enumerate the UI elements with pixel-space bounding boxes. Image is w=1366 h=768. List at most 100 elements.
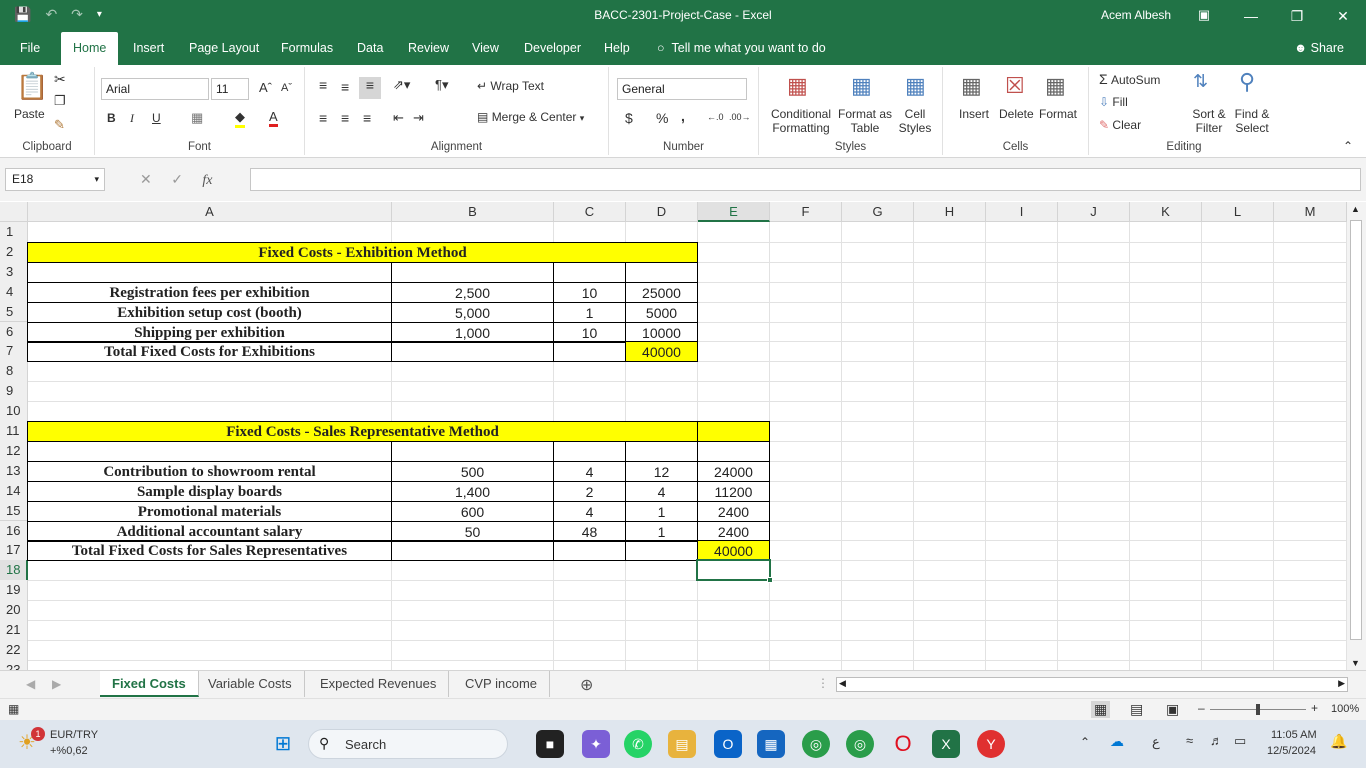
normal-view-icon[interactable]: ▦ bbox=[1091, 701, 1111, 718]
row-header-21[interactable]: 21 bbox=[0, 620, 28, 641]
close-button[interactable]: ✕ bbox=[1320, 0, 1366, 32]
delete-cells-button[interactable]: Delete bbox=[999, 107, 1034, 121]
row-header-2[interactable]: 2 bbox=[0, 241, 28, 263]
collapse-ribbon-icon[interactable]: ⌃ bbox=[1343, 139, 1353, 153]
sheet-tab-cvp-income[interactable]: CVP income bbox=[453, 671, 551, 697]
fill-button[interactable]: ⇩ Fill bbox=[1099, 95, 1128, 109]
tab-review[interactable]: Review bbox=[408, 32, 449, 65]
comma-button[interactable]: , bbox=[681, 108, 685, 124]
task-view-icon[interactable]: ■ bbox=[536, 730, 564, 758]
column-header-j[interactable]: J bbox=[1058, 202, 1130, 222]
align-center-icon[interactable]: ≡ bbox=[341, 110, 349, 126]
row-header-8[interactable]: 8 bbox=[0, 361, 28, 383]
prev-sheet-icon[interactable]: ◀ bbox=[26, 677, 35, 691]
row-header-12[interactable]: 12 bbox=[0, 440, 28, 462]
delete-cells-icon[interactable]: ☒ bbox=[1005, 73, 1025, 99]
format-as-table-icon[interactable]: ▦ bbox=[851, 73, 872, 99]
formula-input[interactable] bbox=[250, 168, 1361, 191]
paste-button[interactable]: Paste bbox=[14, 107, 45, 121]
excel-taskbar-icon[interactable]: X bbox=[932, 730, 960, 758]
tab-insert[interactable]: Insert bbox=[133, 32, 164, 65]
page-break-view-icon[interactable]: ▣ bbox=[1166, 701, 1179, 718]
share-button[interactable]: ☻ Share bbox=[1294, 32, 1344, 65]
row-header-5[interactable]: 5 bbox=[0, 301, 28, 323]
empty-cell[interactable] bbox=[391, 341, 554, 363]
sales-label-cell[interactable]: Contribution to showroom rental bbox=[27, 460, 392, 482]
sales-b-cell[interactable]: 1,400 bbox=[391, 480, 554, 502]
empty-cell[interactable] bbox=[391, 440, 554, 462]
align-middle-icon[interactable]: ≡ bbox=[341, 79, 349, 95]
insert-function-icon[interactable]: fx bbox=[202, 173, 212, 188]
exhibition-c-cell[interactable]: 10 bbox=[553, 281, 626, 303]
sort-filter-button[interactable]: Sort & Filter bbox=[1189, 107, 1229, 135]
borders-icon[interactable]: ▦ bbox=[191, 110, 203, 126]
row-header-15[interactable]: 15 bbox=[0, 500, 28, 522]
exhibition-c-cell[interactable]: 10 bbox=[553, 321, 626, 343]
column-header-e[interactable]: E bbox=[698, 202, 770, 222]
conditional-formatting-icon[interactable]: ▦ bbox=[787, 73, 808, 99]
format-cells-button[interactable]: Format bbox=[1039, 107, 1077, 121]
zoom-out-icon[interactable]: – bbox=[1198, 701, 1205, 715]
empty-cell[interactable] bbox=[27, 440, 392, 462]
copilot-icon[interactable]: ✦ bbox=[582, 730, 610, 758]
sheet-tab-variable-costs[interactable]: Variable Costs bbox=[196, 671, 305, 697]
scroll-up-icon[interactable]: ▲ bbox=[1351, 204, 1360, 214]
tab-page-layout[interactable]: Page Layout bbox=[189, 32, 259, 65]
row-header-10[interactable]: 10 bbox=[0, 401, 28, 422]
sales-label-cell[interactable]: Promotional materials bbox=[27, 500, 392, 522]
scroll-down-icon[interactable]: ▼ bbox=[1351, 658, 1360, 668]
restore-button[interactable]: ❐ bbox=[1274, 0, 1320, 32]
currency-button[interactable]: $ bbox=[625, 110, 633, 126]
sales-total-label-cell[interactable]: Total Fixed Costs for Sales Representati… bbox=[27, 540, 392, 562]
row-header-11[interactable]: 11 bbox=[0, 421, 28, 442]
ribbon-display-options-icon[interactable]: ▣ bbox=[1193, 7, 1215, 23]
empty-cell[interactable] bbox=[391, 261, 554, 283]
increase-font-icon[interactable]: Aˆ bbox=[259, 80, 272, 95]
store-icon[interactable]: ▦ bbox=[757, 730, 785, 758]
percent-button[interactable]: % bbox=[656, 110, 668, 126]
user-name[interactable]: Acem Albesh bbox=[1101, 8, 1171, 22]
align-right-icon[interactable]: ≡ bbox=[363, 110, 371, 126]
decrease-indent-icon[interactable]: ⇤ bbox=[393, 110, 404, 126]
tab-data[interactable]: Data bbox=[357, 32, 383, 65]
outlook-icon[interactable]: O bbox=[714, 730, 742, 758]
wifi-icon[interactable]: ≈ bbox=[1186, 733, 1193, 748]
sort-filter-icon[interactable]: ⇅ bbox=[1193, 71, 1208, 92]
enter-icon[interactable]: ✓ bbox=[171, 171, 183, 187]
decrease-decimal-icon[interactable]: .00→ bbox=[729, 112, 751, 122]
sales-label-cell[interactable]: Additional accountant salary bbox=[27, 520, 392, 542]
insert-cells-icon[interactable]: ▦ bbox=[961, 73, 982, 99]
empty-cell[interactable] bbox=[553, 540, 626, 562]
fill-handle[interactable] bbox=[767, 577, 773, 584]
underline-button[interactable]: U bbox=[152, 111, 161, 125]
exhibition-c-cell[interactable]: 1 bbox=[553, 301, 626, 323]
vertical-scrollbar[interactable]: ▲ ▼ bbox=[1347, 202, 1366, 670]
number-format-select[interactable]: General bbox=[617, 78, 747, 100]
format-as-table-button[interactable]: Format as Table bbox=[837, 107, 893, 135]
bold-button[interactable]: B bbox=[107, 111, 116, 125]
tab-split-icon[interactable]: ⋮ bbox=[817, 676, 829, 690]
exhibition-label-cell[interactable]: Shipping per exhibition bbox=[27, 321, 392, 343]
select-all-corner[interactable] bbox=[0, 202, 28, 222]
exhibition-b-cell[interactable]: 5,000 bbox=[391, 301, 554, 323]
row-header-18[interactable]: 18 bbox=[0, 560, 28, 582]
yandex-icon[interactable]: Y bbox=[977, 730, 1005, 758]
chrome-profile-icon[interactable]: ◎ bbox=[846, 730, 874, 758]
sales-title-cell[interactable]: Fixed Costs - Sales Representative Metho… bbox=[27, 421, 698, 442]
paragraph-direction-icon[interactable]: ¶▾ bbox=[435, 77, 449, 93]
file-explorer-icon[interactable]: ▤ bbox=[668, 730, 696, 758]
row-header-14[interactable]: 14 bbox=[0, 480, 28, 502]
chrome-icon[interactable]: ◎ bbox=[802, 730, 830, 758]
row-header-6[interactable]: 6 bbox=[0, 321, 28, 343]
sales-c-cell[interactable]: 48 bbox=[553, 520, 626, 542]
exhibition-title-cell[interactable]: Fixed Costs - Exhibition Method bbox=[27, 241, 698, 263]
font-color-icon[interactable]: A bbox=[269, 109, 278, 127]
input-language[interactable]: ع bbox=[1152, 734, 1160, 750]
row-header-13[interactable]: 13 bbox=[0, 460, 28, 482]
clock-date[interactable]: 12/5/2024 bbox=[1267, 745, 1316, 757]
clock-time[interactable]: 11:05 AM bbox=[1271, 729, 1317, 741]
clear-button[interactable]: ✎ Clear bbox=[1099, 118, 1141, 132]
empty-cell[interactable] bbox=[553, 440, 626, 462]
row-header-23[interactable]: 23 bbox=[0, 659, 28, 670]
row-header-16[interactable]: 16 bbox=[0, 520, 28, 542]
